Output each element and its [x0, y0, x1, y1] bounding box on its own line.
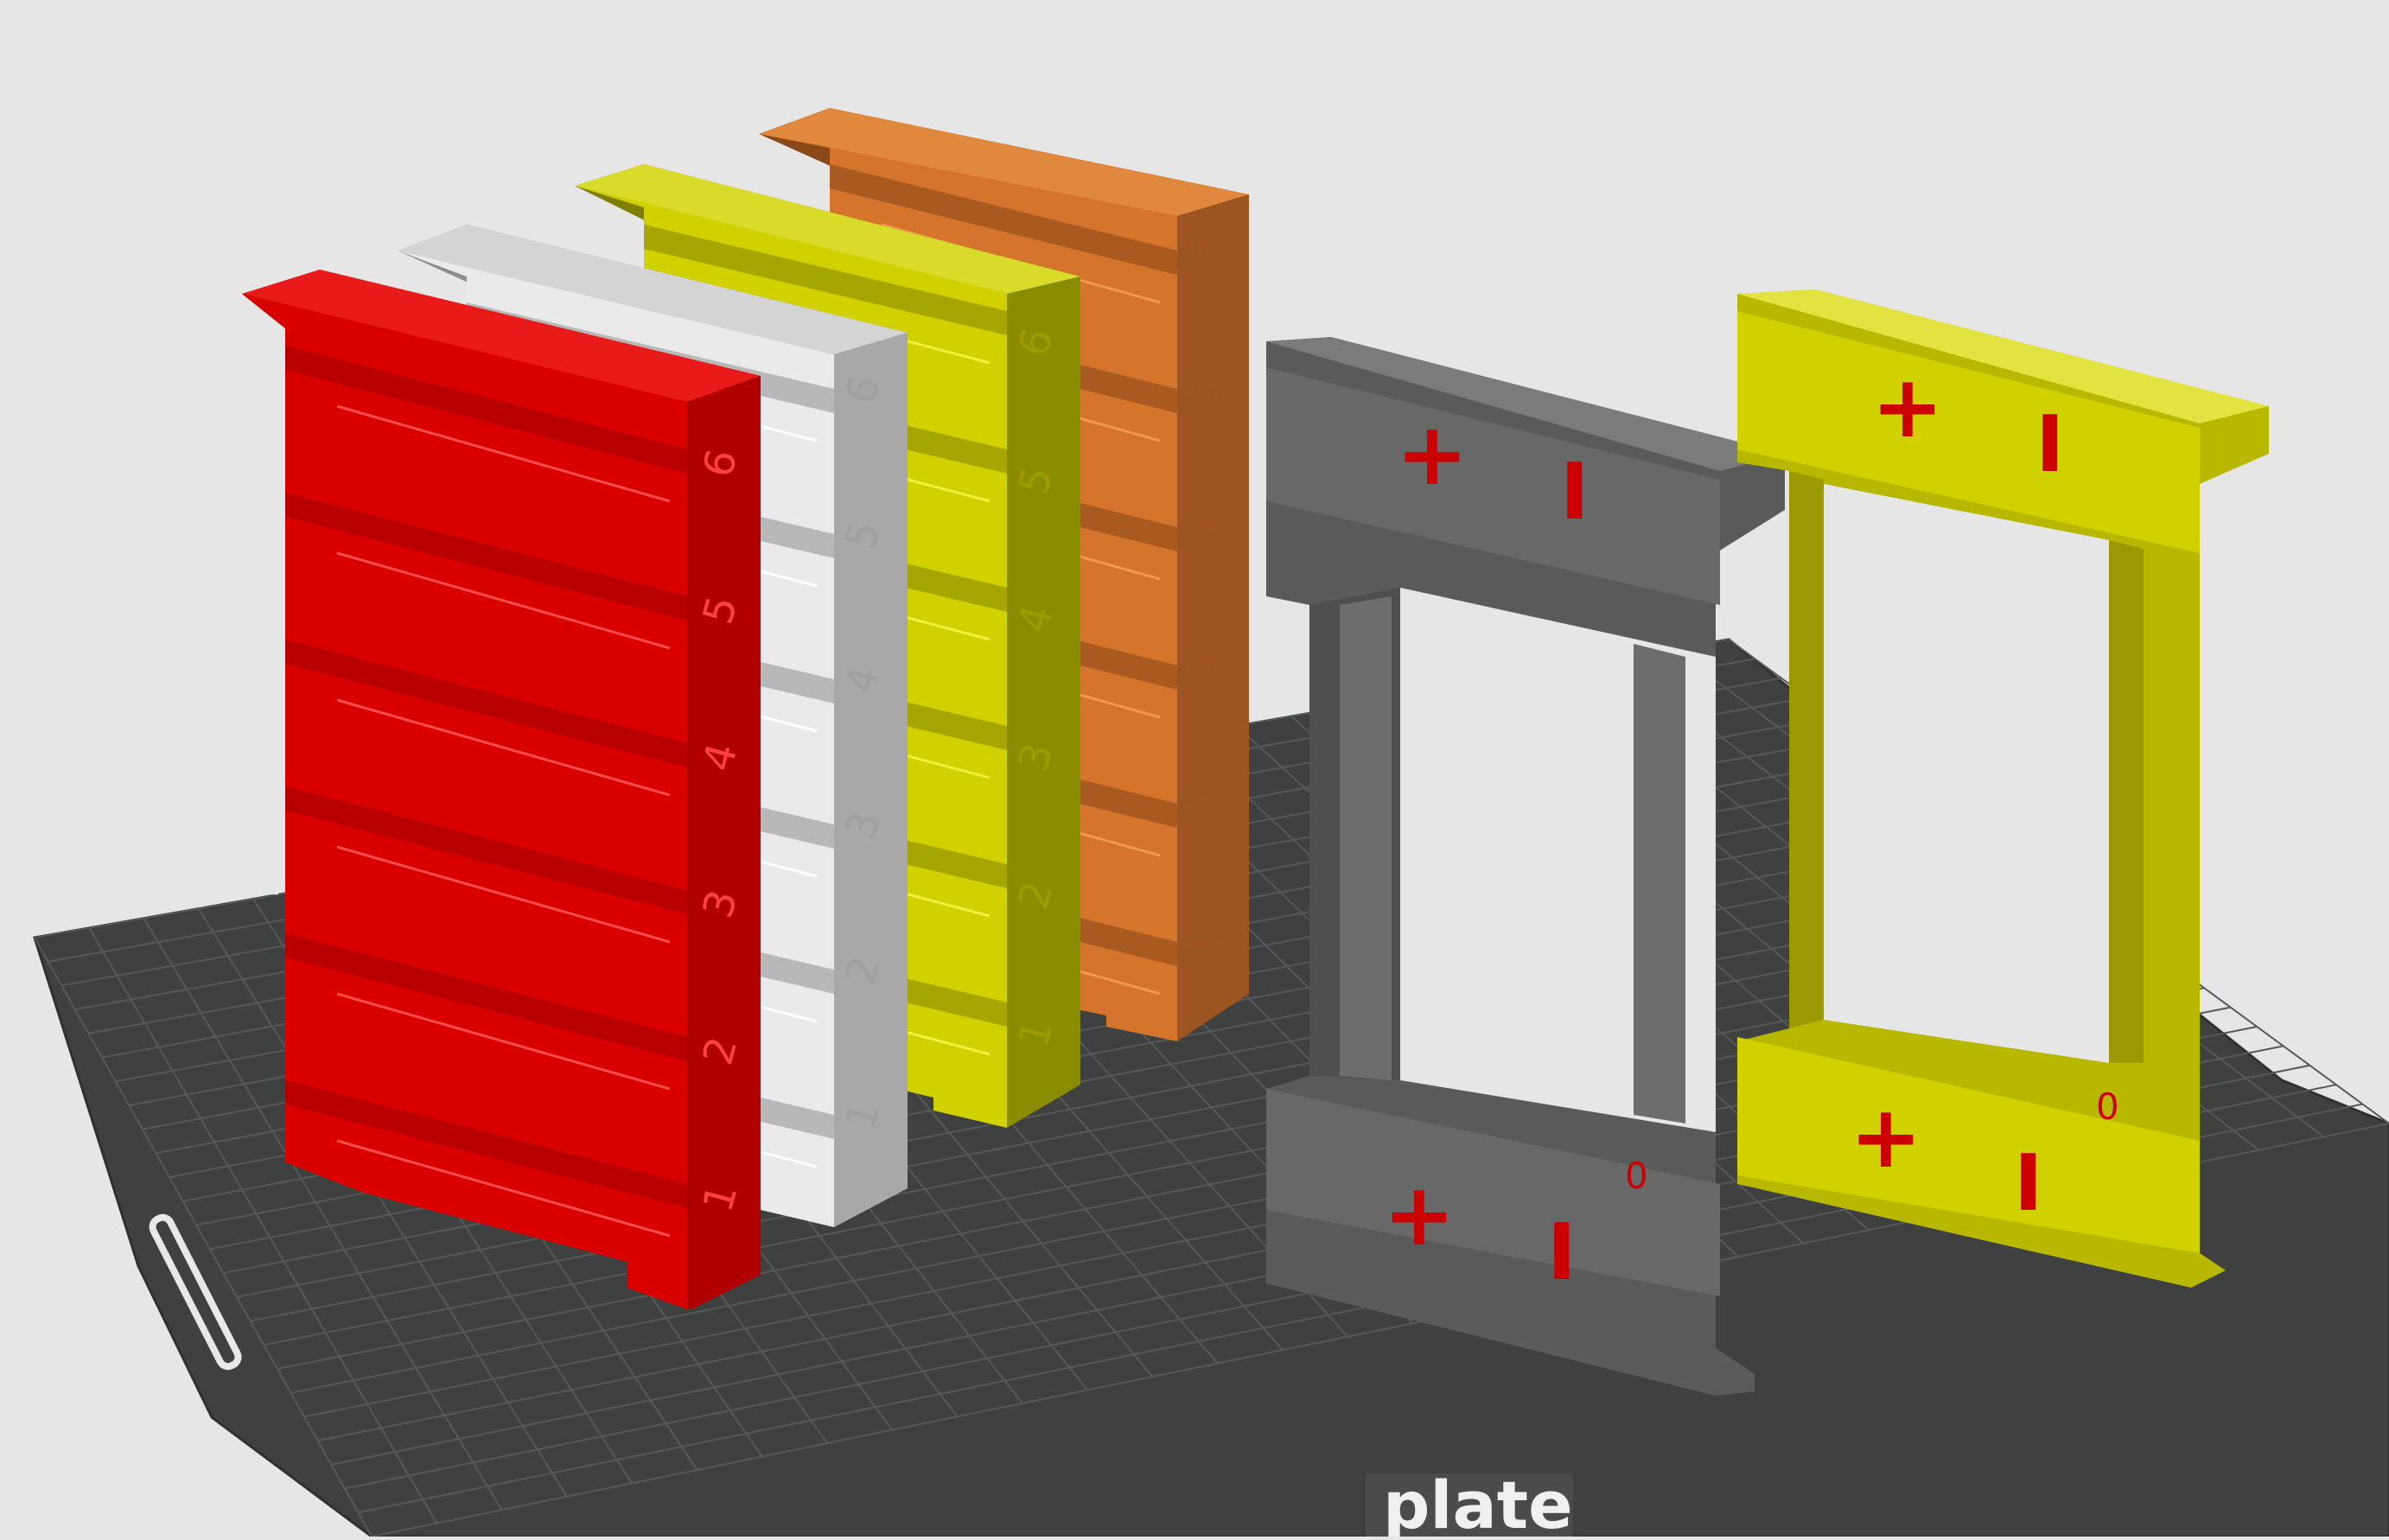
yellow-zero-mark: 0 [2096, 1085, 2119, 1128]
gray-zero-mark: 0 [1625, 1155, 1648, 1197]
gray-minus-mark-top: I [1560, 447, 1589, 538]
gray-plus-mark-bottom: + [1383, 1164, 1456, 1265]
gray-plus-mark-top: + [1396, 404, 1468, 505]
yellow-plus-mark-bottom: + [1850, 1086, 1922, 1187]
yellow-plus-mark-top: + [1871, 356, 1944, 457]
x-box-icon[interactable] [22, 871, 150, 916]
battery-holder-red[interactable]: 123456 [242, 270, 761, 1309]
frame-gray[interactable]: + I + I 0 [1266, 337, 1785, 1396]
yellow-minus-mark-bottom: I [2014, 1138, 2043, 1229]
3d-viewport[interactable]: plate 03 123456 123456 [0, 0, 2389, 1540]
plate-label: plate [1383, 1467, 1573, 1537]
gray-minus-mark-bottom: I [1547, 1207, 1577, 1298]
yellow-minus-mark-top: I [2035, 399, 2065, 490]
arrange-icon[interactable] [175, 850, 278, 894]
frame-yellow[interactable]: + I + I 0 [1737, 290, 2269, 1288]
